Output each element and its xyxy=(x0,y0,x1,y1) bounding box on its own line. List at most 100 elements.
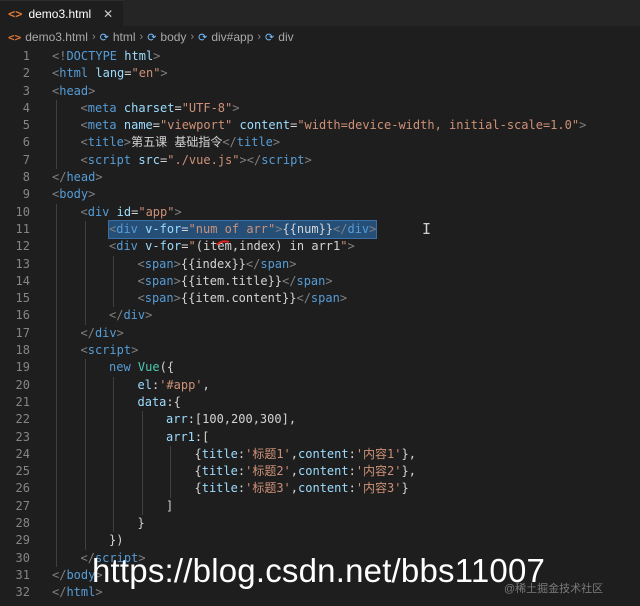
indent-guide xyxy=(113,445,114,464)
line-number: 19 xyxy=(15,360,30,375)
breadcrumb-item-body[interactable]: body xyxy=(160,30,186,44)
indent-guide xyxy=(84,290,86,308)
indent-guide xyxy=(84,463,86,481)
watermark-url: https://blog.csdn.net/bbs11007 xyxy=(92,552,546,589)
code-text: </head> xyxy=(52,170,103,185)
code-line[interactable]: 11 <div v-for="num of arr">{{num}}</div> xyxy=(0,219,640,240)
line-number: 11 xyxy=(15,221,30,236)
indent-guide xyxy=(113,428,114,446)
line-number: 1 xyxy=(22,49,30,63)
tab-label: demo3.html xyxy=(28,6,92,21)
code-text: {title:'标题1',content:'内容1'}, xyxy=(194,446,416,461)
code-line[interactable]: 24 {title:'标题1',content:'内容1'}, xyxy=(0,445,640,464)
tab-bar: <> demo3.html ✕ xyxy=(0,0,640,26)
code-line[interactable]: 1 <!DOCTYPE html> xyxy=(0,48,640,65)
code-line[interactable]: 16 </div> xyxy=(0,307,640,325)
indent-guide xyxy=(170,445,171,464)
indent-guide xyxy=(84,220,86,239)
indent-guide xyxy=(56,445,57,464)
code-text: data:{ xyxy=(137,394,181,409)
code-text: <span>{{index}}</span> xyxy=(137,256,297,271)
code-line[interactable]: 21 data:{ xyxy=(0,393,640,412)
indent-guide xyxy=(84,532,86,550)
line-number: 27 xyxy=(15,498,30,513)
code-text: }) xyxy=(109,533,124,548)
indent-guide xyxy=(56,463,57,481)
code-text: el:'#app', xyxy=(137,377,210,392)
indent-guide xyxy=(56,376,57,394)
code-line[interactable]: 23 arr1:[ xyxy=(0,428,640,446)
line-number: 28 xyxy=(15,516,30,531)
code-line[interactable]: 7 <script src="./vue.js"></script> xyxy=(0,151,640,170)
code-line[interactable]: 2 <html lang="en"> xyxy=(0,65,640,82)
line-number: 8 xyxy=(22,170,30,185)
line-number: 3 xyxy=(22,83,30,98)
close-icon[interactable]: ✕ xyxy=(103,7,113,21)
element-icon: ⟳ xyxy=(265,31,275,44)
code-line[interactable]: 8 </head> xyxy=(0,169,640,186)
code-line[interactable]: 27] xyxy=(0,497,640,516)
indent-guide xyxy=(56,359,57,377)
breadcrumb: <> demo3.html › ⟳ html › ⟳ body › ⟳ div#… xyxy=(0,26,640,48)
code-line[interactable]: 18 <script> xyxy=(0,342,640,360)
line-number: 16 xyxy=(15,308,30,323)
indent-guide xyxy=(84,359,86,377)
line-number: 25 xyxy=(15,464,30,479)
line-number: 4 xyxy=(22,100,30,115)
breadcrumb-item-html[interactable]: html xyxy=(113,30,136,44)
code-line[interactable]: 20 el:'#app', xyxy=(0,376,640,394)
line-number: 5 xyxy=(22,118,30,133)
code-text: <meta charset="UTF-8"> xyxy=(80,100,240,115)
indent-guide xyxy=(56,272,57,291)
breadcrumb-item-div[interactable]: div xyxy=(278,30,293,44)
line-number: 15 xyxy=(15,291,30,306)
code-line[interactable]: 29}) xyxy=(0,532,640,550)
code-line[interactable]: 6 <title>第五课 基础指令</title> xyxy=(0,134,640,152)
chevron-right-icon: › xyxy=(91,31,96,43)
line-number: 29 xyxy=(15,533,30,548)
code-line[interactable]: 25 {title:'标题2',content:'内容2'}, xyxy=(0,463,640,481)
code-line[interactable]: 13 <span>{{index}}</span> xyxy=(0,255,640,273)
code-line[interactable]: 10 <div id="app"> xyxy=(0,203,640,221)
indent-guide xyxy=(84,411,86,429)
code-line[interactable]: 12 <div v-for="(item,index) in arr1"> xyxy=(0,238,640,256)
line-number: 23 xyxy=(15,429,30,444)
code-text: <script src="./vue.js"></script> xyxy=(80,152,312,167)
code-line[interactable]: 17 </div> xyxy=(0,324,640,343)
code-line[interactable]: 28} xyxy=(0,515,640,533)
code-text: <div v-for="(item,index) in arr1"> xyxy=(109,239,355,254)
indent-guide xyxy=(56,151,57,170)
line-number: 20 xyxy=(15,377,30,392)
indent-guide xyxy=(56,497,57,516)
code-text: <span>{{item.title}}</span> xyxy=(137,273,333,288)
code-line[interactable]: 4 <meta charset="UTF-8"> xyxy=(0,99,640,118)
indent-guide xyxy=(56,307,57,325)
code-line[interactable]: 14 <span>{{item.title}}</span> xyxy=(0,272,640,291)
code-line[interactable]: 9 <body> xyxy=(0,186,640,203)
code-line[interactable]: 22 arr:[100,200,300], xyxy=(0,411,640,429)
selected-code: <div v-for="num of arr">{{num}}</div> xyxy=(107,219,378,240)
indent-guide xyxy=(141,411,143,429)
code-line[interactable]: 3 <head> xyxy=(0,83,640,100)
breadcrumb-item-file[interactable]: demo3.html xyxy=(25,30,88,44)
line-number: 26 xyxy=(15,481,30,496)
line-number: 32 xyxy=(15,585,30,600)
code-line[interactable]: 26 {title:'标题3',content:'内容3'} xyxy=(0,480,640,498)
code-text: {title:'标题2',content:'内容2'}, xyxy=(194,464,416,479)
indent-guide xyxy=(170,480,171,498)
tab-demo3-html[interactable]: <> demo3.html ✕ xyxy=(0,0,125,26)
code-editor[interactable]: 1 <!DOCTYPE html> 2 <html lang="en"> 3 <head>… xyxy=(0,48,640,606)
indent-guide xyxy=(113,255,114,273)
breadcrumb-item-div-app[interactable]: div#app xyxy=(211,30,253,44)
code-line[interactable]: 15 <span>{{item.content}}</span> xyxy=(0,290,640,308)
code-line[interactable]: 19 new Vue({ xyxy=(0,359,640,377)
watermark-small: @稀土掘金技术社区 xyxy=(504,583,604,595)
indent-guide xyxy=(56,480,57,498)
code-text: arr1:[ xyxy=(166,429,210,444)
code-text: </div> xyxy=(80,325,124,340)
indent-guide xyxy=(141,480,143,498)
indent-guide xyxy=(56,220,57,239)
code-line[interactable]: 5 <meta name="viewport" content="width=de… xyxy=(0,117,640,135)
indent-guide xyxy=(113,463,114,481)
indent-guide xyxy=(113,411,114,429)
